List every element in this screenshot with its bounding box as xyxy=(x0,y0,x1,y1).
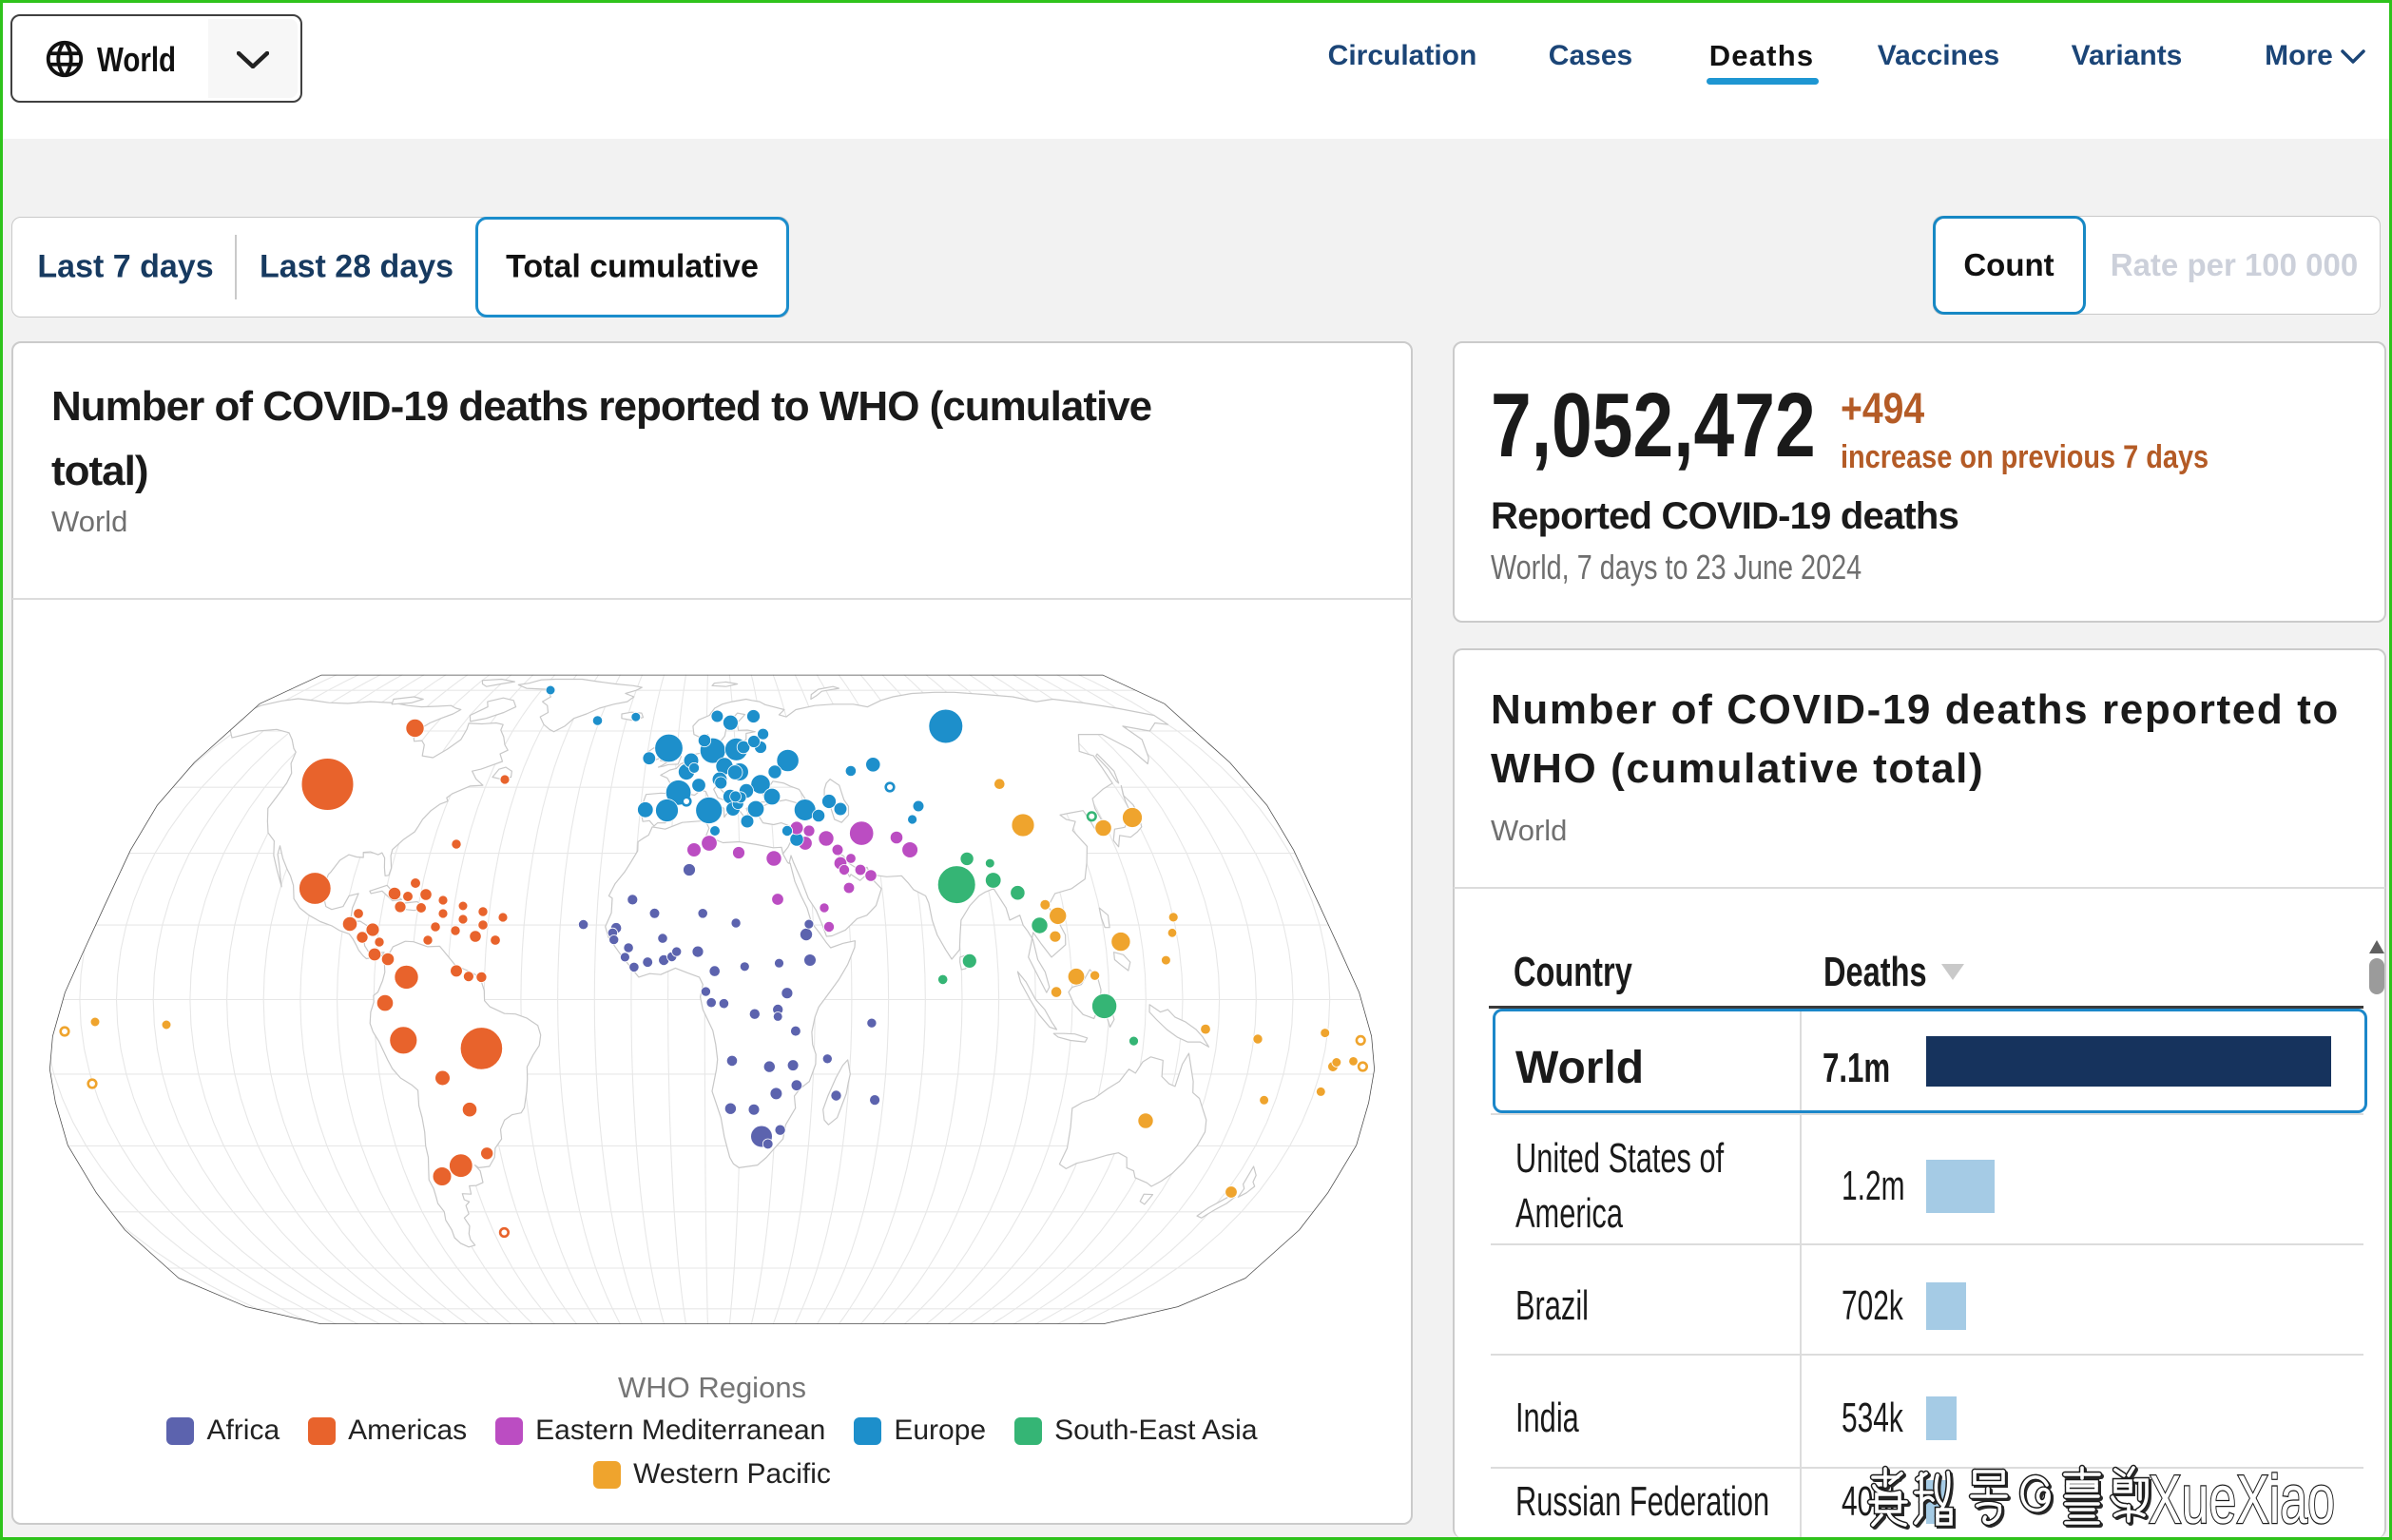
svg-text:XueXiao: XueXiao xyxy=(2149,1462,2335,1538)
